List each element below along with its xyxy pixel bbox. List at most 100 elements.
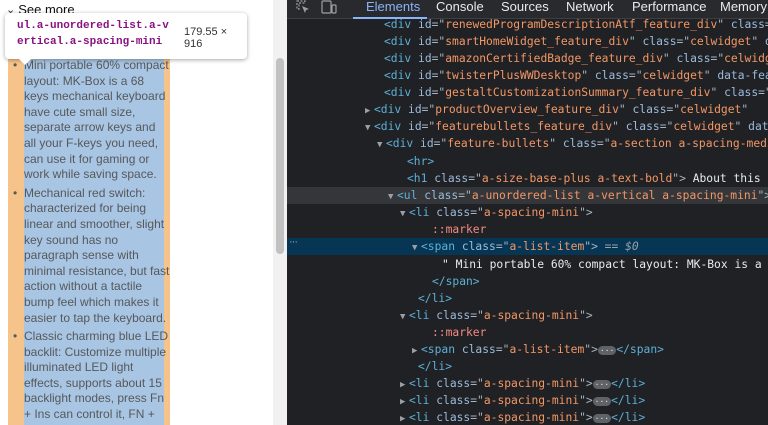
dom-token: "> <box>579 206 593 219</box>
dom-node[interactable]: </li> <box>287 290 768 307</box>
dom-token: feature-bullets <box>447 137 550 150</box>
dom-token: celwidget <box>642 69 704 82</box>
dom-token: "> <box>579 394 593 407</box>
collapsed-content-badge[interactable]: ··· <box>597 345 617 355</box>
dom-node[interactable]: </span> <box>287 273 768 290</box>
dom-node[interactable]: <div id="smartHomeWidget_feature_div" cl… <box>287 33 768 50</box>
list-item[interactable]: • Mechanical red switch: characterized f… <box>10 186 170 326</box>
collapse-triangle-icon[interactable]: ▶ <box>365 103 374 118</box>
dom-token: <li <box>409 377 437 390</box>
collapse-triangle-icon[interactable]: ▶ <box>400 394 409 409</box>
dom-token: a-size-base-plus a-text-bold <box>481 172 673 185</box>
dom-token: </li> <box>611 411 646 424</box>
dom-node[interactable]: " Mini portable 60% compact layout: MK-B… <box>287 256 768 273</box>
dom-node[interactable]: <div id="gestaltCustomizationSummary_fea… <box>287 84 768 101</box>
dom-token: renewedProgramDescriptionAtf_feature_div <box>445 18 718 31</box>
dom-token: id <box>418 18 432 31</box>
dom-node[interactable]: ▼ <li class="a-spacing-mini"> <box>287 204 768 221</box>
dom-node[interactable]: ▼ <li class="a-spacing-mini"> <box>287 307 768 324</box>
inspect-tooltip: ul.a-unordered-list.a-vertical.a-spacing… <box>5 13 247 59</box>
bullet-marker: • <box>13 329 18 344</box>
dom-token: a-spacing-mini <box>483 206 580 219</box>
dom-token: class <box>724 86 759 99</box>
dom-token: <div <box>386 137 421 150</box>
dom-token: gestaltCustomizationSummary_feature_div <box>445 86 711 99</box>
dom-token: " <box>751 35 765 48</box>
dom-token: </span> <box>432 275 480 288</box>
dom-node[interactable]: <hr> <box>287 153 768 170</box>
dom-token: =" <box>431 52 446 65</box>
list-item[interactable]: • Mini portable 60% compact layout: MK-B… <box>10 58 170 183</box>
dom-token: " <box>581 69 595 82</box>
dom-token: class <box>436 206 471 219</box>
collapse-triangle-icon[interactable]: ▶ <box>400 377 409 392</box>
dom-token: " <box>741 103 749 116</box>
expand-triangle-icon[interactable]: ▼ <box>412 240 421 255</box>
more-actions-icon[interactable]: ··· <box>289 236 298 248</box>
tooltip-dimensions: 179.55 × 916 <box>184 26 228 50</box>
dom-node[interactable]: ▶ <div id="productOverview_feature_div" c… <box>287 101 768 118</box>
expand-triangle-icon[interactable]: ▼ <box>400 206 409 221</box>
expand-triangle-icon[interactable]: ▼ <box>365 120 374 135</box>
dom-node[interactable]: <div id="twisterPlusWWDesktop" class="ce… <box>287 67 768 84</box>
dom-token: id <box>420 137 434 150</box>
dom-token: class <box>594 69 629 82</box>
page-scrollbar-thumb[interactable] <box>276 58 284 254</box>
collapsed-content-badge[interactable]: ··· <box>592 379 612 389</box>
dom-token: <hr> <box>407 155 435 168</box>
dom-node[interactable]: ▶ <li class="a-spacing-mini"> ··· </li> <box>287 409 768 425</box>
dom-token: class <box>461 343 496 356</box>
dom-token: class <box>730 18 765 31</box>
tooltip-selector: ul.a-unordered-list.a-vertical.a-spacing… <box>17 20 169 48</box>
dom-node[interactable]: ▼ <ul class="a-unordered-list a-vertical … <box>287 187 768 204</box>
dom-token: <li <box>409 206 437 219</box>
tooltip-arrow <box>18 58 32 65</box>
dom-node[interactable]: </li> <box>287 358 768 375</box>
dom-node[interactable]: ▼ <div id="featurebullets_feature_div" cl… <box>287 118 768 135</box>
dom-node[interactable]: <h1 class="a-size-base-plus a-text-bold"… <box>287 170 768 187</box>
bullet-text: Mechanical red switch: characterized for… <box>24 185 170 325</box>
dom-token: <li <box>409 411 437 424</box>
dom-node-selected[interactable]: ▼ <span class="a-list-item"> == $0 <box>287 238 768 255</box>
dom-token: <li <box>409 394 437 407</box>
dom-token: </li> <box>418 292 453 305</box>
expand-triangle-icon[interactable]: ▼ <box>377 137 386 152</box>
dom-token: =" <box>458 189 472 202</box>
dom-token: id <box>418 35 432 48</box>
dom-token: =" <box>710 52 725 65</box>
dom-token: <div <box>384 86 419 99</box>
dom-token: class <box>436 377 471 390</box>
dom-node[interactable]: ::marker <box>287 324 768 341</box>
dom-token: <div <box>374 103 409 116</box>
inspect-element-icon[interactable] <box>295 0 311 16</box>
dom-node[interactable]: <div id="amazonCertifiedBadge_feature_di… <box>287 50 768 67</box>
collapse-triangle-icon[interactable]: ▶ <box>400 411 409 425</box>
dom-node[interactable]: ▶ <li class="a-spacing-mini"> ··· </li> <box>287 392 768 409</box>
dom-token: id <box>418 86 432 99</box>
dom-token: featurebullets_feature_div <box>435 120 613 133</box>
dom-token: celwidget <box>673 120 735 133</box>
dom-node[interactable]: <div id="renewedProgramDescriptionAtf_fe… <box>287 16 768 33</box>
dom-node[interactable]: ▶ <li class="a-spacing-mini"> ··· </li> <box>287 375 768 392</box>
dom-node[interactable]: ▶ <span class="a-list-item"> ··· </span> <box>287 341 768 358</box>
dom-token: data-featu <box>717 69 768 82</box>
collapsed-content-badge[interactable]: ··· <box>592 396 612 406</box>
dom-tree: <div id="renewedProgramDescriptionAtf_fe… <box>287 16 768 425</box>
dom-node[interactable]: ▼ <div id="feature-bullets" class="a-sect… <box>287 135 768 152</box>
dom-token: a-section a-spacing-medi <box>610 137 768 150</box>
expand-triangle-icon[interactable]: ▼ <box>388 189 397 204</box>
dom-token: <h1 <box>407 172 435 185</box>
dom-token: ::marker <box>432 326 487 339</box>
collapse-triangle-icon[interactable]: ▶ <box>412 343 421 358</box>
list-item[interactable]: • Classic charming blue LED backlit: Cus… <box>10 329 170 425</box>
dom-token: "> <box>672 172 693 185</box>
dom-token: =" <box>468 172 482 185</box>
dom-token: =" <box>433 137 448 150</box>
collapsed-content-badge[interactable]: ··· <box>592 413 612 423</box>
dom-token: id <box>418 52 432 65</box>
device-toolbar-icon[interactable] <box>321 0 337 16</box>
expand-triangle-icon[interactable]: ▼ <box>400 309 409 324</box>
dom-node[interactable]: ::marker <box>287 221 768 238</box>
dom-token: id <box>408 120 422 133</box>
feature-bullets-list: • Mini portable 60% compact layout: MK-B… <box>10 58 170 425</box>
